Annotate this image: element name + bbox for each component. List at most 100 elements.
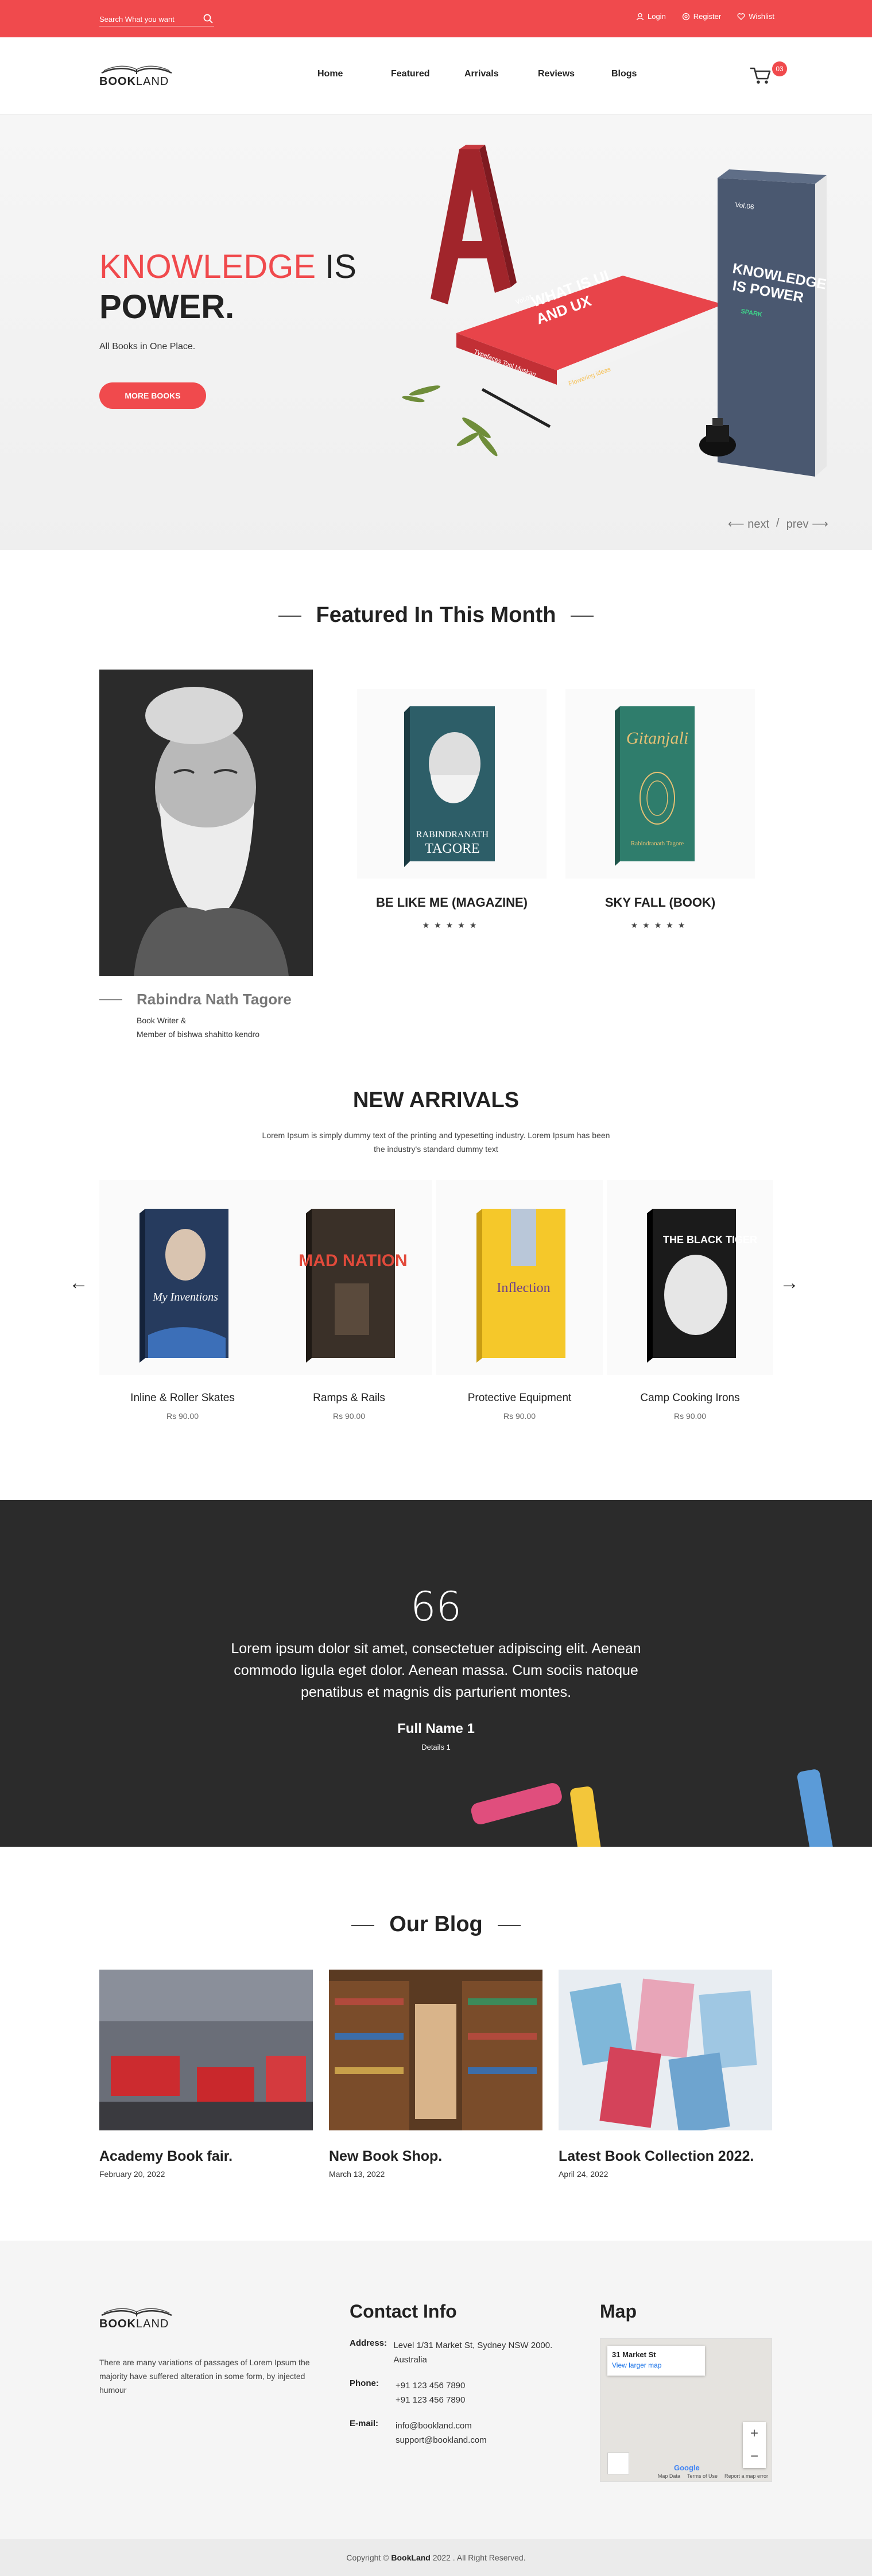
arrivals-next-arrow[interactable]: → bbox=[780, 1272, 799, 1294]
cover-text: THE BLACK TIGER bbox=[663, 1234, 757, 1246]
title-divider-left bbox=[278, 615, 301, 617]
main-header: BOOKLAND Home Featured Arrivals Reviews … bbox=[0, 37, 872, 115]
login-label: Login bbox=[647, 12, 666, 21]
terms-link[interactable]: Terms of Use bbox=[687, 2473, 718, 2479]
blog-post-title[interactable]: Latest Book Collection 2022. bbox=[559, 2148, 772, 2165]
arrival-book-title[interactable]: Inline & Roller Skates bbox=[99, 1392, 266, 1405]
arrival-book-title[interactable]: Protective Equipment bbox=[436, 1392, 603, 1405]
contact-info: Address: Level 1/31 Market St, Sydney NS… bbox=[350, 2338, 579, 2459]
embedded-map[interactable]: 31 Market St View larger map + − Google … bbox=[600, 2338, 772, 2482]
login-link[interactable]: Login bbox=[636, 12, 666, 21]
hero-banner: KNOWLEDGE IS POWER. All Books in One Plac… bbox=[0, 115, 872, 550]
register-label: Register bbox=[693, 12, 722, 21]
slider-divider: / bbox=[776, 517, 780, 529]
author-name: Rabindra Nath Tagore bbox=[137, 991, 292, 1008]
arrivals-description: Lorem Ipsum is simply dummy text of the … bbox=[262, 1131, 610, 1154]
blog-section-title: Our Blog bbox=[0, 1912, 872, 1937]
author-role-line-1: Book Writer & bbox=[137, 1016, 187, 1025]
arrival-book-price: Rs 90.00 bbox=[673, 1411, 707, 1421]
nav-blogs[interactable]: Blogs bbox=[611, 69, 685, 79]
quote-mark: 66 bbox=[410, 1583, 462, 1630]
author-role: Book Writer & Member of bishwa shahitto k… bbox=[137, 1014, 259, 1041]
copyright-brand[interactable]: BookLand bbox=[391, 2553, 430, 2562]
map-footer-links: Map Data Terms of Use Report a map error bbox=[600, 2473, 773, 2479]
search-box bbox=[99, 13, 214, 26]
blog-post-image bbox=[99, 1970, 313, 2130]
wishlist-link[interactable]: Wishlist bbox=[737, 12, 774, 21]
arrival-book-title[interactable]: Ramps & Rails bbox=[266, 1392, 432, 1405]
featured-book-title[interactable]: SKY FALL (BOOK) bbox=[565, 895, 755, 910]
logo-bold: BOOK bbox=[99, 75, 136, 88]
slider-next-button[interactable]: ⟵ next bbox=[728, 517, 769, 531]
featured-book-cover: RABINDRANATH TAGORE bbox=[357, 689, 547, 879]
hero-books-illustration: WHAT IS UI AND UX Vol.01 Typefaces Tool … bbox=[402, 145, 828, 477]
pen-icon bbox=[481, 388, 551, 428]
blog-post-image bbox=[559, 1970, 772, 2134]
page: Login Register Wishlist BOOKLAND Home Fe… bbox=[0, 0, 872, 2576]
slider-prev-button[interactable]: prev ⟶ bbox=[786, 517, 828, 531]
address-value: Level 1/31 Market St, Sydney NSW 2000. A… bbox=[393, 2341, 553, 2365]
letter-a-sculpture bbox=[431, 145, 517, 304]
phone-2[interactable]: +91 123 456 7890 bbox=[396, 2393, 465, 2407]
arrival-book-card[interactable]: MAD NATION Ramps & Rails Rs 90.00 bbox=[266, 1180, 432, 1421]
arrival-book-price: Rs 90.00 bbox=[332, 1411, 366, 1421]
prev-label: prev bbox=[786, 518, 809, 531]
map-info-card: 31 Market St View larger map bbox=[607, 2346, 705, 2376]
map-zoom-in-button[interactable]: + bbox=[743, 2422, 766, 2445]
report-error-link[interactable]: Report a map error bbox=[724, 2473, 768, 2479]
blog-post-title[interactable]: New Book Shop. bbox=[329, 2148, 542, 2165]
map-zoom-out-button[interactable]: − bbox=[743, 2445, 766, 2468]
arrivals-title: NEW ARRIVALS bbox=[352, 1088, 520, 1112]
featured-book-title[interactable]: BE LIKE ME (MAGAZINE) bbox=[357, 895, 547, 910]
main-nav: Home Featured Arrivals Reviews Blogs bbox=[317, 69, 685, 79]
testimonial-details: Details 1 bbox=[421, 1743, 451, 1751]
logo[interactable]: BOOKLAND bbox=[99, 61, 174, 90]
leaves-icon bbox=[402, 385, 498, 457]
search-input[interactable] bbox=[99, 13, 191, 25]
cart-button[interactable]: 03 bbox=[749, 61, 789, 84]
phone-1[interactable]: +91 123 456 7890 bbox=[396, 2378, 465, 2393]
arrival-book-title[interactable]: Camp Cooking Irons bbox=[607, 1392, 773, 1405]
logo-text: BOOKLAND bbox=[99, 2318, 169, 2331]
map-fullscreen-button[interactable] bbox=[607, 2453, 629, 2474]
arrival-book-card[interactable]: My Inventions Inline & Roller Skates Rs … bbox=[99, 1180, 266, 1421]
register-link[interactable]: Register bbox=[682, 12, 721, 21]
map-data-link[interactable]: Map Data bbox=[658, 2473, 680, 2479]
featured-book-card[interactable]: Gitanjali Rabindranath Tagore SKY FALL (… bbox=[565, 689, 755, 930]
blog-post-card[interactable]: Academy Book fair. February 20, 2022 bbox=[99, 1970, 313, 2179]
title-divider-left bbox=[351, 1924, 375, 1926]
red-book-vol: Vol.01 bbox=[515, 293, 534, 306]
search-icon[interactable] bbox=[203, 13, 214, 25]
arrivals-prev-arrow[interactable]: ← bbox=[69, 1272, 88, 1294]
logo-light: LAND bbox=[136, 2318, 169, 2330]
title-divider-right bbox=[497, 1924, 521, 1926]
top-bar: Login Register Wishlist bbox=[0, 0, 872, 37]
address-label: Address: bbox=[350, 2338, 387, 2348]
blog-post-card[interactable]: New Book Shop. March 13, 2022 bbox=[329, 1970, 542, 2179]
email-1[interactable]: info@bookland.com bbox=[396, 2419, 487, 2433]
google-logo: Google bbox=[674, 2463, 700, 2472]
heart-icon bbox=[737, 13, 745, 20]
contact-info-title: Contact Info bbox=[350, 2301, 457, 2322]
featured-book-card[interactable]: RABINDRANATH TAGORE BE LIKE ME (MAGAZINE… bbox=[357, 689, 547, 930]
footer-logo[interactable]: BOOKLAND bbox=[99, 2304, 174, 2333]
nav-reviews[interactable]: Reviews bbox=[538, 69, 611, 79]
cover-text: Inflection bbox=[497, 1281, 550, 1295]
arrival-book-card[interactable]: THE BLACK TIGER Camp Cooking Irons Rs 90… bbox=[607, 1180, 773, 1421]
hero-title-bold: POWER. bbox=[99, 288, 235, 326]
cover-text: MAD NATION bbox=[299, 1251, 407, 1270]
blog-post-title[interactable]: Academy Book fair. bbox=[99, 2148, 313, 2165]
arrival-book-card[interactable]: Inflection Protective Equipment Rs 90.00 bbox=[436, 1180, 603, 1421]
nav-home[interactable]: Home bbox=[317, 69, 391, 79]
cover-author-first: RABINDRANATH bbox=[416, 830, 489, 840]
blog-post-card[interactable]: Latest Book Collection 2022. April 24, 2… bbox=[559, 1970, 772, 2179]
view-larger-map-link[interactable]: View larger map bbox=[612, 2361, 700, 2369]
nav-featured[interactable]: Featured bbox=[391, 69, 464, 79]
hero-title-red: KNOWLEDGE bbox=[99, 248, 316, 285]
nav-arrivals[interactable]: Arrivals bbox=[464, 69, 538, 79]
cart-count-badge: 03 bbox=[772, 61, 787, 76]
email-2[interactable]: support@bookland.com bbox=[396, 2433, 487, 2447]
footer-description: There are many variations of passages of… bbox=[99, 2358, 310, 2395]
testimonial-name: Full Name 1 bbox=[397, 1721, 475, 1736]
more-books-button[interactable]: MORE BOOKS bbox=[99, 382, 206, 409]
